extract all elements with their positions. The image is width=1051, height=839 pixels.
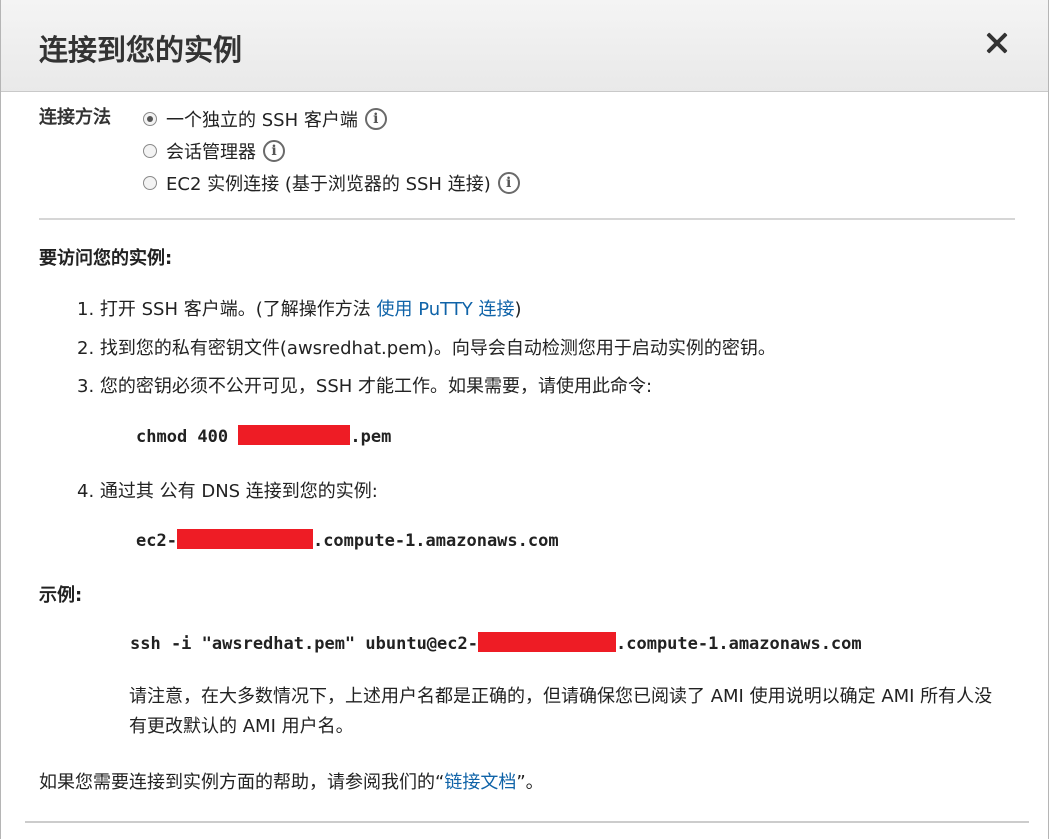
putty-link[interactable]: 使用 PuTTY 连接 [376,299,514,320]
info-icon[interactable]: i [497,172,520,194]
dns-prefix: ec2- [136,531,177,551]
step-2: 2. 找到您的私有密钥文件(awsredhat.pem)。向导会自动检测您用于启… [77,338,776,359]
help-text: 如果您需要连接到实例方面的帮助，请参阅我们的“链接文档”。 [39,768,544,794]
ssh-example-command: ssh -i "awsredhat.pem" ubuntu@ec2- .compu… [130,632,862,654]
step-1-text: 1. 打开 SSH 客户端。(了解操作方法 [77,299,377,320]
connection-method-label: 连接方法 [39,107,111,128]
step-1: 1. 打开 SSH 客户端。(了解操作方法 使用 PuTTY 连接) [77,295,522,321]
help-suffix: ”。 [516,772,544,793]
ssh-prefix: ssh -i "awsredhat.pem" ubuntu@ec2- [130,634,478,654]
option-ec2-instance-connect[interactable]: EC2 实例连接 (基于浏览器的 SSH 连接) i [143,170,520,196]
username-note: 请注意，在大多数情况下，上述用户名都是正确的，但请确保您已阅读了 AMI 使用说… [129,686,993,737]
dns-suffix: .compute-1.amazonaws.com [312,531,559,551]
access-heading: 要访问您的实例: [39,248,173,269]
chmod-command: chmod 400 .pem [136,425,391,447]
option-session-manager[interactable]: 会话管理器 i [143,138,285,164]
example-heading: 示例: [39,585,83,606]
option-standalone-ssh[interactable]: 一个独立的 SSH 客户端 i [143,106,387,132]
chmod-suffix: .pem [350,427,392,447]
info-icon[interactable]: i [364,108,387,130]
step-1-suffix: ) [514,299,522,320]
radio-standalone-ssh[interactable] [143,112,157,126]
option-standalone-ssh-label: 一个独立的 SSH 客户端 [166,110,358,131]
redacted-ssh-host [478,632,616,652]
public-dns: ec2- .compute-1.amazonaws.com [136,529,559,551]
connect-dialog: 连接到您的实例 连接方法 一个独立的 SSH 客户端 i 会话管理器 i EC2… [0,0,1049,839]
close-icon[interactable] [982,28,1012,58]
info-icon[interactable]: i [263,140,285,162]
documentation-link[interactable]: 链接文档 [444,772,516,793]
option-session-manager-label: 会话管理器 [166,142,256,163]
radio-ec2-instance-connect[interactable] [143,176,157,190]
dialog-header: 连接到您的实例 [1,0,1048,92]
chmod-prefix: chmod 400 [136,427,239,447]
radio-session-manager[interactable] [143,144,157,158]
ssh-suffix: .compute-1.amazonaws.com [616,634,862,654]
option-ec2-instance-connect-label: EC2 实例连接 (基于浏览器的 SSH 连接) [166,174,491,195]
dialog-title: 连接到您的实例 [39,33,243,67]
step-3: 3. 您的密钥必须不公开可见，SSH 才能工作。如果需要，请使用此命令: [77,376,653,397]
step-4: 4. 通过其 公有 DNS 连接到您的实例: [77,481,378,502]
section-divider [39,218,1015,220]
footer-divider [25,821,1029,823]
help-prefix: 如果您需要连接到实例方面的帮助，请参阅我们的“ [39,772,445,793]
redacted-keyname [238,425,351,445]
redacted-dns [176,529,313,549]
